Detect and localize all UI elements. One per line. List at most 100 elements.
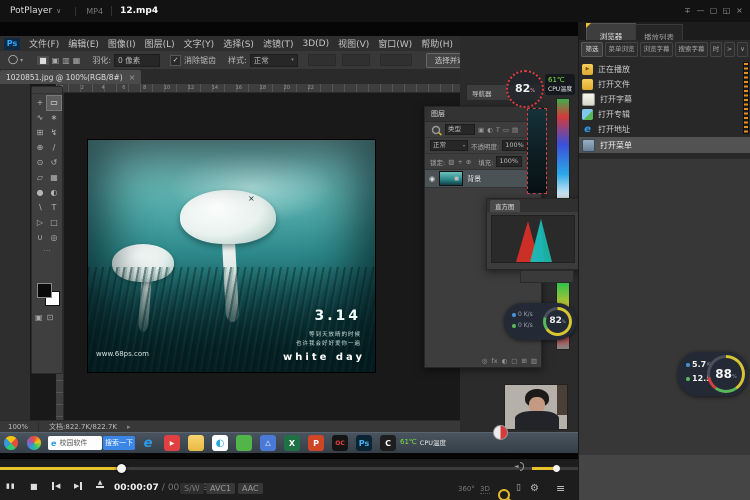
net-gauge-mid[interactable]: 0 K/s 0 K/s 82 %	[504, 303, 576, 340]
layer-thumbnail[interactable]	[439, 171, 463, 186]
list-item-open-menu[interactable]: 打开菜单	[579, 137, 750, 153]
selection-add-icon[interactable]: ▣	[52, 56, 60, 65]
hand-tool-icon[interactable]: ∪	[33, 231, 47, 245]
blend-mode-select[interactable]: 正常 ▾	[430, 140, 468, 151]
minimize-icon[interactable]: —	[694, 4, 707, 18]
panel-scroll-strip[interactable]	[743, 62, 749, 134]
moon-browser-icon[interactable]: ◐	[212, 435, 228, 451]
layer-mask-icon[interactable]: ▢	[511, 357, 517, 365]
toolbox-more-icon[interactable]: …	[32, 245, 62, 253]
tab-playlist[interactable]: 播放列表	[635, 24, 683, 41]
layer-name[interactable]: 背景	[467, 174, 481, 184]
volume-thumb[interactable]	[553, 465, 560, 472]
restore-icon[interactable]: ▢	[707, 4, 720, 18]
cpu-gauge[interactable]: 82 %	[506, 70, 544, 108]
menu-image[interactable]: 图像(I)	[108, 37, 136, 50]
subtab-scroll-right-icon[interactable]: >	[724, 42, 735, 57]
photoshop-taskbar-icon[interactable]: Ps	[356, 435, 372, 451]
fill-input[interactable]: 100%	[496, 156, 522, 167]
blue-app-icon[interactable]: △	[260, 435, 276, 451]
subtab-filter[interactable]: 筛选	[581, 42, 603, 57]
stop-button[interactable]: ■	[30, 482, 38, 491]
layer-row-background[interactable]: ◉ 背景 ■	[425, 170, 541, 188]
start-button-icon[interactable]	[4, 436, 18, 450]
media-player-icon[interactable]: ▶	[164, 435, 180, 451]
healing-brush-tool-icon[interactable]: ⊕	[33, 141, 47, 155]
adjustment-layer-icon[interactable]: ◐	[502, 357, 508, 365]
menu-select[interactable]: 选择(S)	[223, 37, 254, 50]
menu-window[interactable]: 窗口(W)	[378, 37, 412, 50]
selection-new-icon[interactable]: ■	[37, 56, 49, 65]
subtab-dropdown-icon[interactable]: ∨	[737, 42, 748, 57]
capture-app-icon[interactable]: C	[380, 435, 396, 451]
new-layer-icon[interactable]: ⊞	[521, 357, 526, 365]
settings-gear-icon[interactable]: ⚙	[530, 483, 539, 494]
menu-edit[interactable]: 编辑(E)	[68, 37, 99, 50]
quick-selection-tool-icon[interactable]: ∗	[47, 111, 61, 125]
filter-pixel-icon[interactable]: ▣	[478, 126, 484, 134]
pause-button[interactable]: ▮▮	[6, 482, 16, 490]
lock-position-icon[interactable]: +	[457, 158, 462, 166]
filter-smart-icon[interactable]: ▤	[512, 126, 518, 134]
lock-transparent-icon[interactable]: ▨	[448, 158, 454, 166]
tool-preset-chevron-icon[interactable]: ▾	[20, 57, 23, 64]
folder-icon[interactable]	[188, 435, 204, 451]
menu-filter[interactable]: 滤镜(T)	[263, 37, 294, 50]
move-tool-icon[interactable]: +	[33, 96, 47, 110]
seek-thumb[interactable]	[117, 464, 126, 473]
chevron-down-icon[interactable]: ∨	[56, 7, 61, 15]
green-app-icon[interactable]	[236, 435, 252, 451]
list-item-now-playing[interactable]: ▶ 正在播放	[579, 62, 750, 77]
subtab-browse-subtitles[interactable]: 浏览字幕	[640, 42, 673, 57]
brush-tool-icon[interactable]: ∕	[47, 141, 61, 155]
subtab-menu-browse[interactable]: 菜单浏览	[605, 42, 638, 57]
menu-layer[interactable]: 图层(L)	[145, 37, 175, 50]
filter-type-icon[interactable]: T	[496, 126, 500, 134]
list-item-open-album[interactable]: 打开专辑	[579, 107, 750, 122]
resolution-input[interactable]	[380, 54, 412, 66]
eyedropper-tool-icon[interactable]: ↯	[47, 126, 61, 140]
volume-icon[interactable]: ◄	[514, 462, 524, 471]
windows-taskbar[interactable]: e 校园软件 搜索一下 e ▶ ◐ △ X P OC Ps C 61℃ CPU温…	[0, 432, 578, 454]
screen-mode-icon[interactable]: ⊡	[47, 313, 54, 322]
fullscreen-icon[interactable]: ◱	[720, 4, 733, 18]
layer-filter-type[interactable]: 类型	[445, 124, 475, 135]
crop-tool-icon[interactable]: ⊞	[33, 126, 47, 140]
menu-file[interactable]: 文件(F)	[29, 37, 59, 50]
collapsed-panel-bar[interactable]	[520, 270, 574, 283]
browser-search-button[interactable]	[498, 489, 510, 500]
style-select[interactable]: 正常 ▾	[250, 54, 298, 67]
volume-slider[interactable]	[532, 467, 574, 470]
history-brush-tool-icon[interactable]: ↺	[47, 156, 61, 170]
list-item-open-subtitle[interactable]: 打开字幕	[579, 92, 750, 107]
titlebar[interactable]: PotPlayer ∨ MP4 12.mp4 ∓ — ▢ ◱ ×	[0, 0, 750, 23]
color-swatches[interactable]	[37, 283, 59, 305]
shape-tool-icon[interactable]: □	[47, 216, 61, 230]
previous-button[interactable]: ◀	[52, 482, 60, 490]
colorful-app-icon[interactable]	[27, 436, 41, 450]
height-input[interactable]	[342, 54, 370, 66]
selection-subtract-icon[interactable]: ▥	[62, 56, 70, 65]
pen-tool-icon[interactable]: ∖	[33, 201, 47, 215]
clone-stamp-tool-icon[interactable]: ⊙	[33, 156, 47, 170]
link-layers-icon[interactable]: ◎	[482, 357, 488, 365]
list-item-open-file[interactable]: 打开文件	[579, 77, 750, 92]
zoom-tool-icon[interactable]: ◎	[47, 231, 61, 245]
menu-view[interactable]: 视图(V)	[338, 37, 369, 50]
active-tool-icon[interactable]: ◯	[8, 55, 18, 65]
search-box-text[interactable]: 校园软件	[59, 438, 87, 448]
subtab-time[interactable]: 时	[710, 42, 722, 57]
status-arrow-icon[interactable]: ▸	[127, 423, 131, 431]
foreground-color-swatch[interactable]	[37, 283, 52, 298]
quick-mask-icon[interactable]: ▣	[35, 313, 43, 322]
width-input[interactable]	[308, 54, 336, 66]
layer-style-fx-icon[interactable]: fx	[491, 357, 497, 365]
lasso-tool-icon[interactable]: ∿	[33, 111, 47, 125]
lock-all-icon[interactable]: ⊕	[466, 158, 471, 166]
gradient-tool-icon[interactable]: ▦	[47, 171, 61, 185]
pin-icon[interactable]: ∓	[681, 4, 694, 18]
histogram-tab[interactable]: 直方图	[490, 200, 520, 212]
path-selection-tool-icon[interactable]: ▷	[33, 216, 47, 230]
layer-filter-search-icon[interactable]	[432, 125, 440, 133]
taskbar-360-badge-icon[interactable]	[493, 425, 508, 440]
